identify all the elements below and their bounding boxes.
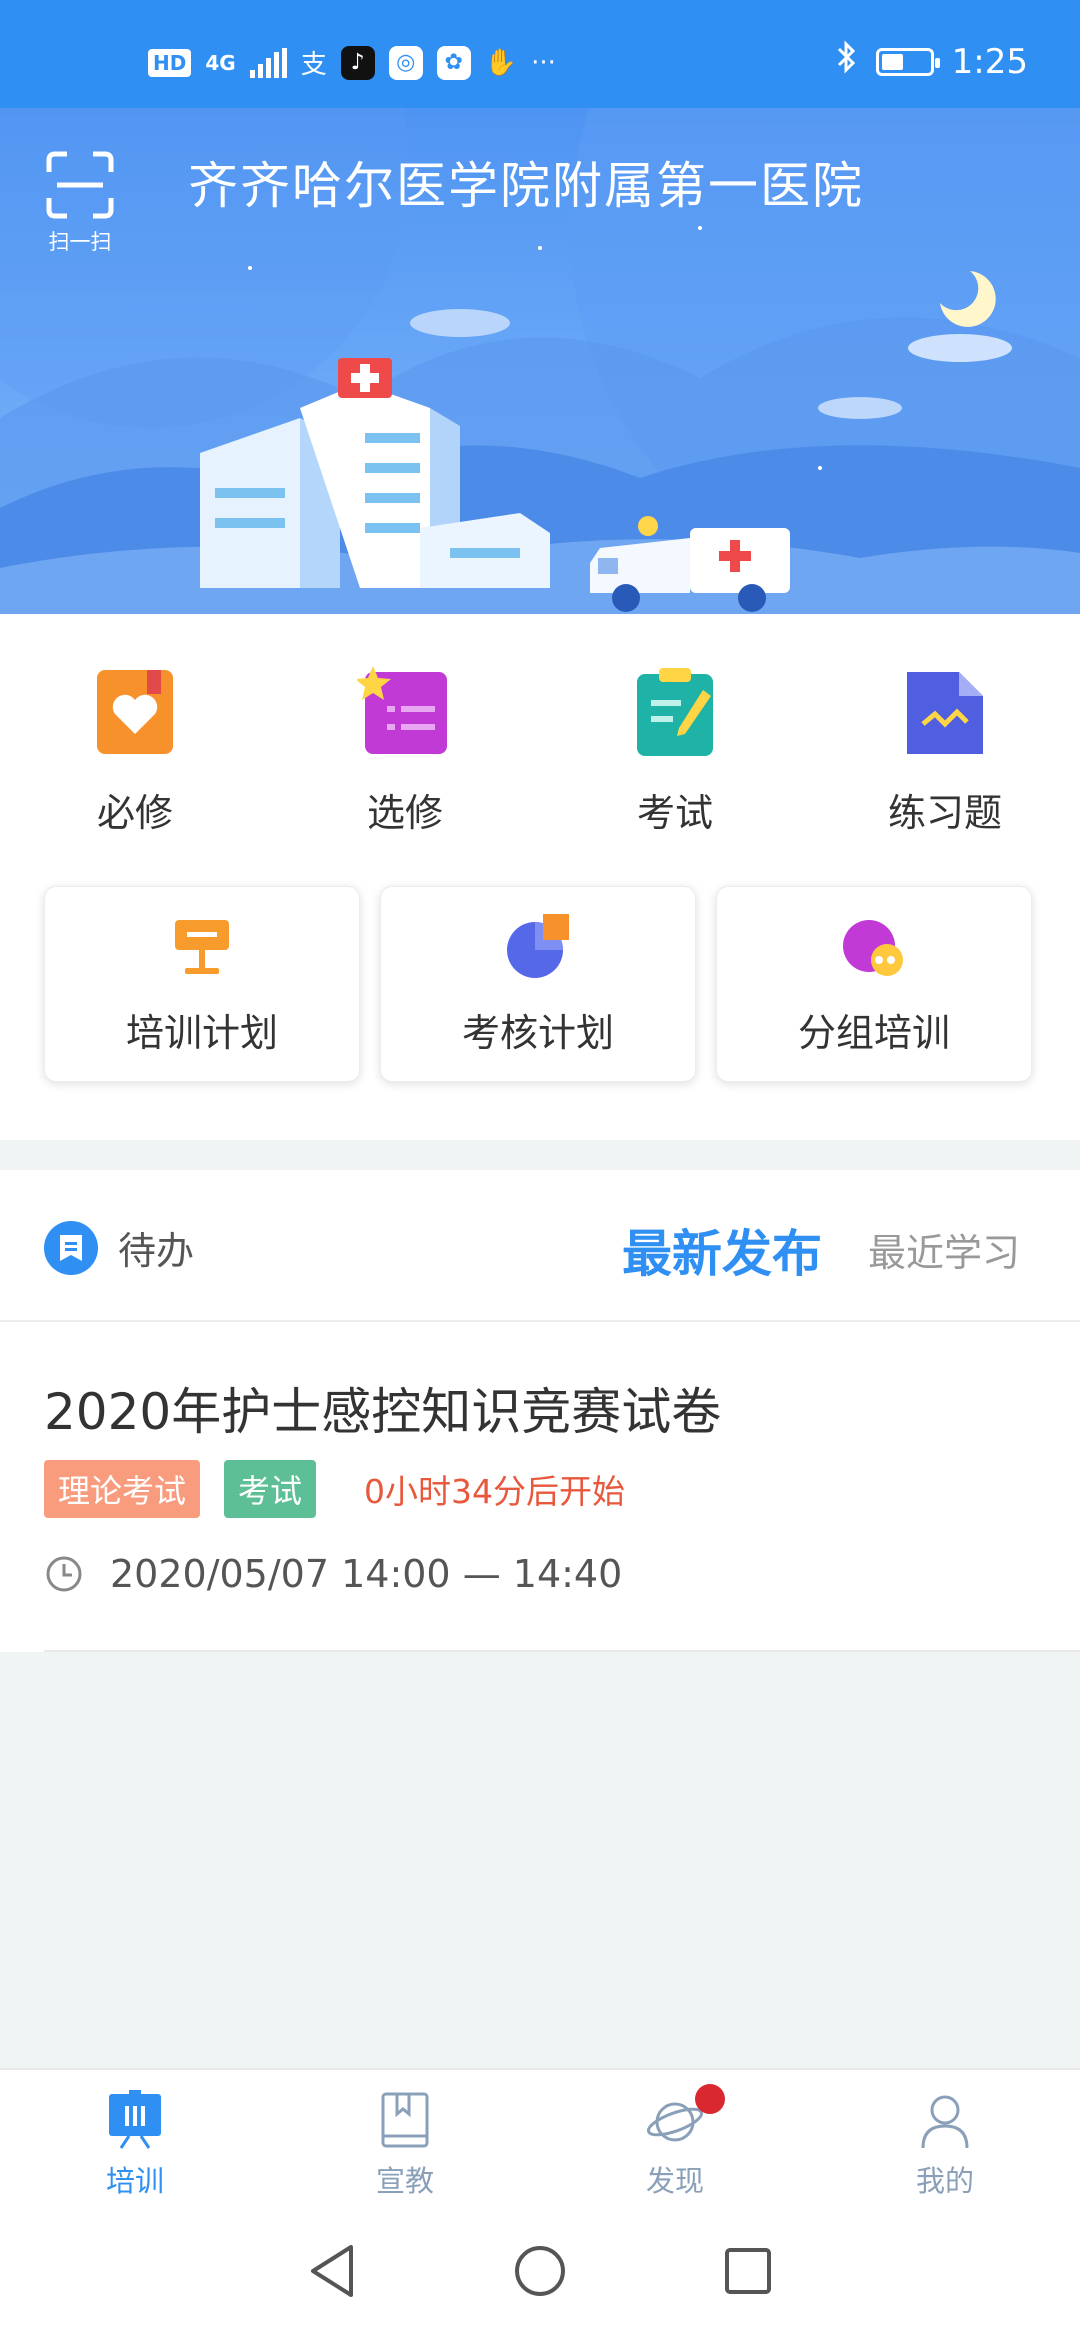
nav-discover-label: 发现 [645,2164,704,2198]
status-right: 1:25 [836,40,1028,83]
quick-menu-row: 必修 选修 考试 练习题 [0,664,1080,837]
card-group-training[interactable]: 分组培训 [716,886,1032,1082]
hand-icon: ✋ [484,47,518,78]
tab-latest[interactable]: 最新发布 [622,1214,822,1286]
card-assessment-plan[interactable]: 考核计划 [380,886,696,1082]
clock: 1:25 [951,41,1028,82]
bluetooth-icon [836,40,858,83]
app-icon: ✿ [436,45,471,80]
countdown-text: 0小时34分后开始 [364,1472,626,1511]
status-bar: HD 4G 支 ♪ ◎ ✿ ✋ ··· 1:25 [0,0,1080,108]
home-icon[interactable] [512,2243,568,2299]
pie-chart-icon [507,913,569,978]
book-icon [381,2092,429,2148]
menu-elective-label: 选修 [366,791,443,835]
nav-training[interactable]: 培训 [0,2070,270,2202]
scan-icon [46,151,114,219]
menu-practice-label: 练习题 [887,791,1002,835]
training-board-icon [109,2090,161,2149]
tag-exam-type: 理论考试 [44,1460,201,1518]
menu-required-label: 必修 [96,791,173,835]
heart-book-icon [97,670,173,754]
nav-training-label: 培训 [105,2164,164,2198]
network-type: 4G [205,50,236,75]
back-icon[interactable] [307,2243,357,2299]
todo-tab[interactable]: 待办 [44,1220,194,1275]
plan-cards: 培训计划 考核计划 分组培训 [44,886,1032,1082]
list-item[interactable]: 2020年护士感控知识竞赛试卷 理论考试 考试 0小时34分后开始 2020/0… [0,1322,1080,1652]
nav-education-label: 宣教 [375,2164,434,2198]
item-title: 2020年护士感控知识竞赛试卷 [44,1383,722,1441]
person-icon [921,2095,969,2149]
bottom-nav: 培训 宣教 发现 我的 [0,2068,1080,2202]
signal-icon [249,47,287,78]
todo-icon [44,1220,98,1275]
tab-recent[interactable]: 最近学习 [868,1222,1020,1277]
tiktok-icon: ♪ [340,45,375,80]
menu-exam[interactable]: 考试 [540,664,810,837]
nav-mine-label: 我的 [915,2164,974,2198]
scan-button[interactable]: 扫一扫 [40,150,120,256]
system-nav-bar [0,2202,1080,2340]
alipay-icon: 支 [300,50,327,80]
star-list-icon [357,666,447,754]
card-group-training-label: 分组培训 [797,1010,950,1055]
item-time: 2020/05/07 14:00 — 14:40 [44,1552,622,1596]
more-icon: ··· [531,47,556,78]
card-assessment-plan-label: 考核计划 [461,1010,614,1055]
nav-mine[interactable]: 我的 [810,2070,1080,2202]
document-wave-icon [907,672,983,754]
group-chat-icon [843,919,903,976]
battery-icon [875,47,940,76]
presentation-board-icon [175,919,229,974]
nav-education[interactable]: 宣教 [270,2070,540,2202]
menu-practice[interactable]: 练习题 [810,664,1080,837]
item-tags: 理论考试 考试 0小时34分后开始 [44,1460,625,1518]
card-training-plan-label: 培训计划 [125,1010,278,1055]
menu-exam-label: 考试 [636,791,713,835]
menu-required[interactable]: 必修 [0,664,270,837]
status-left: HD 4G 支 ♪ ◎ ✿ ✋ ··· [148,44,556,81]
hero-banner: 扫一扫 齐齐哈尔医学院附属第一医院 [0,108,1080,614]
quick-menu-panel: 必修 选修 考试 练习题 培训计划 考核计划 分组培训 [0,614,1080,1140]
nav-discover[interactable]: 发现 [540,2070,810,2202]
time-range: 2020/05/07 14:00 — 14:40 [110,1552,623,1596]
notification-dot [695,2084,725,2114]
scan-label: 扫一扫 [48,230,112,254]
hd-badge: HD [148,48,192,77]
browser-icon: ◎ [388,45,423,80]
clock-icon [46,1556,82,1592]
tabs-bar: 待办 最新发布 最近学习 [0,1170,1080,1322]
clipboard-pen-icon [637,668,713,756]
tag-category: 考试 [224,1460,317,1518]
divider [44,1650,1080,1652]
card-training-plan[interactable]: 培训计划 [44,886,360,1082]
hospital-name: 齐齐哈尔医学院附属第一医院 [188,157,864,215]
recents-icon[interactable] [723,2246,773,2296]
menu-elective[interactable]: 选修 [270,664,540,837]
todo-label: 待办 [118,1229,195,1273]
